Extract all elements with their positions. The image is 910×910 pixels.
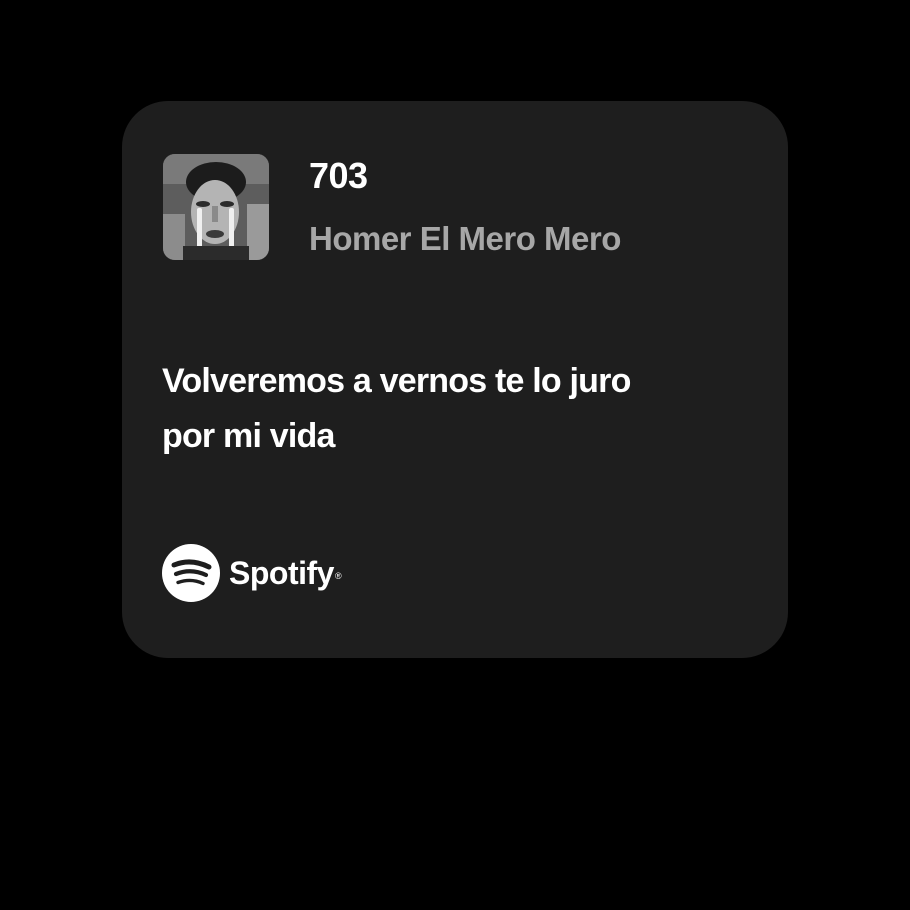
song-title: 703 <box>309 155 368 196</box>
page-background: 703 Homer El Mero Mero Volveremos a vern… <box>0 0 910 910</box>
spotify-wordmark: Spotify <box>229 554 334 591</box>
lyrics-share-card: 703 Homer El Mero Mero Volveremos a vern… <box>122 101 788 658</box>
lyrics-line: Volveremos a vernos te lo juro <box>162 362 631 400</box>
lyrics-text: Volveremos a vernos te lo juro por mi vi… <box>162 354 762 464</box>
lyrics-line: por mi vida <box>162 417 335 455</box>
trademark-symbol: ® <box>334 571 342 581</box>
spotify-branding: Spotify ® <box>162 544 342 602</box>
track-meta: 703 Homer El Mero Mero <box>309 154 621 259</box>
track-header: 703 Homer El Mero Mero <box>163 154 621 260</box>
album-cover-photo <box>163 154 269 260</box>
artist-name: Homer El Mero Mero <box>309 220 621 257</box>
album-cover <box>163 154 269 260</box>
spotify-logo-icon <box>162 544 220 602</box>
